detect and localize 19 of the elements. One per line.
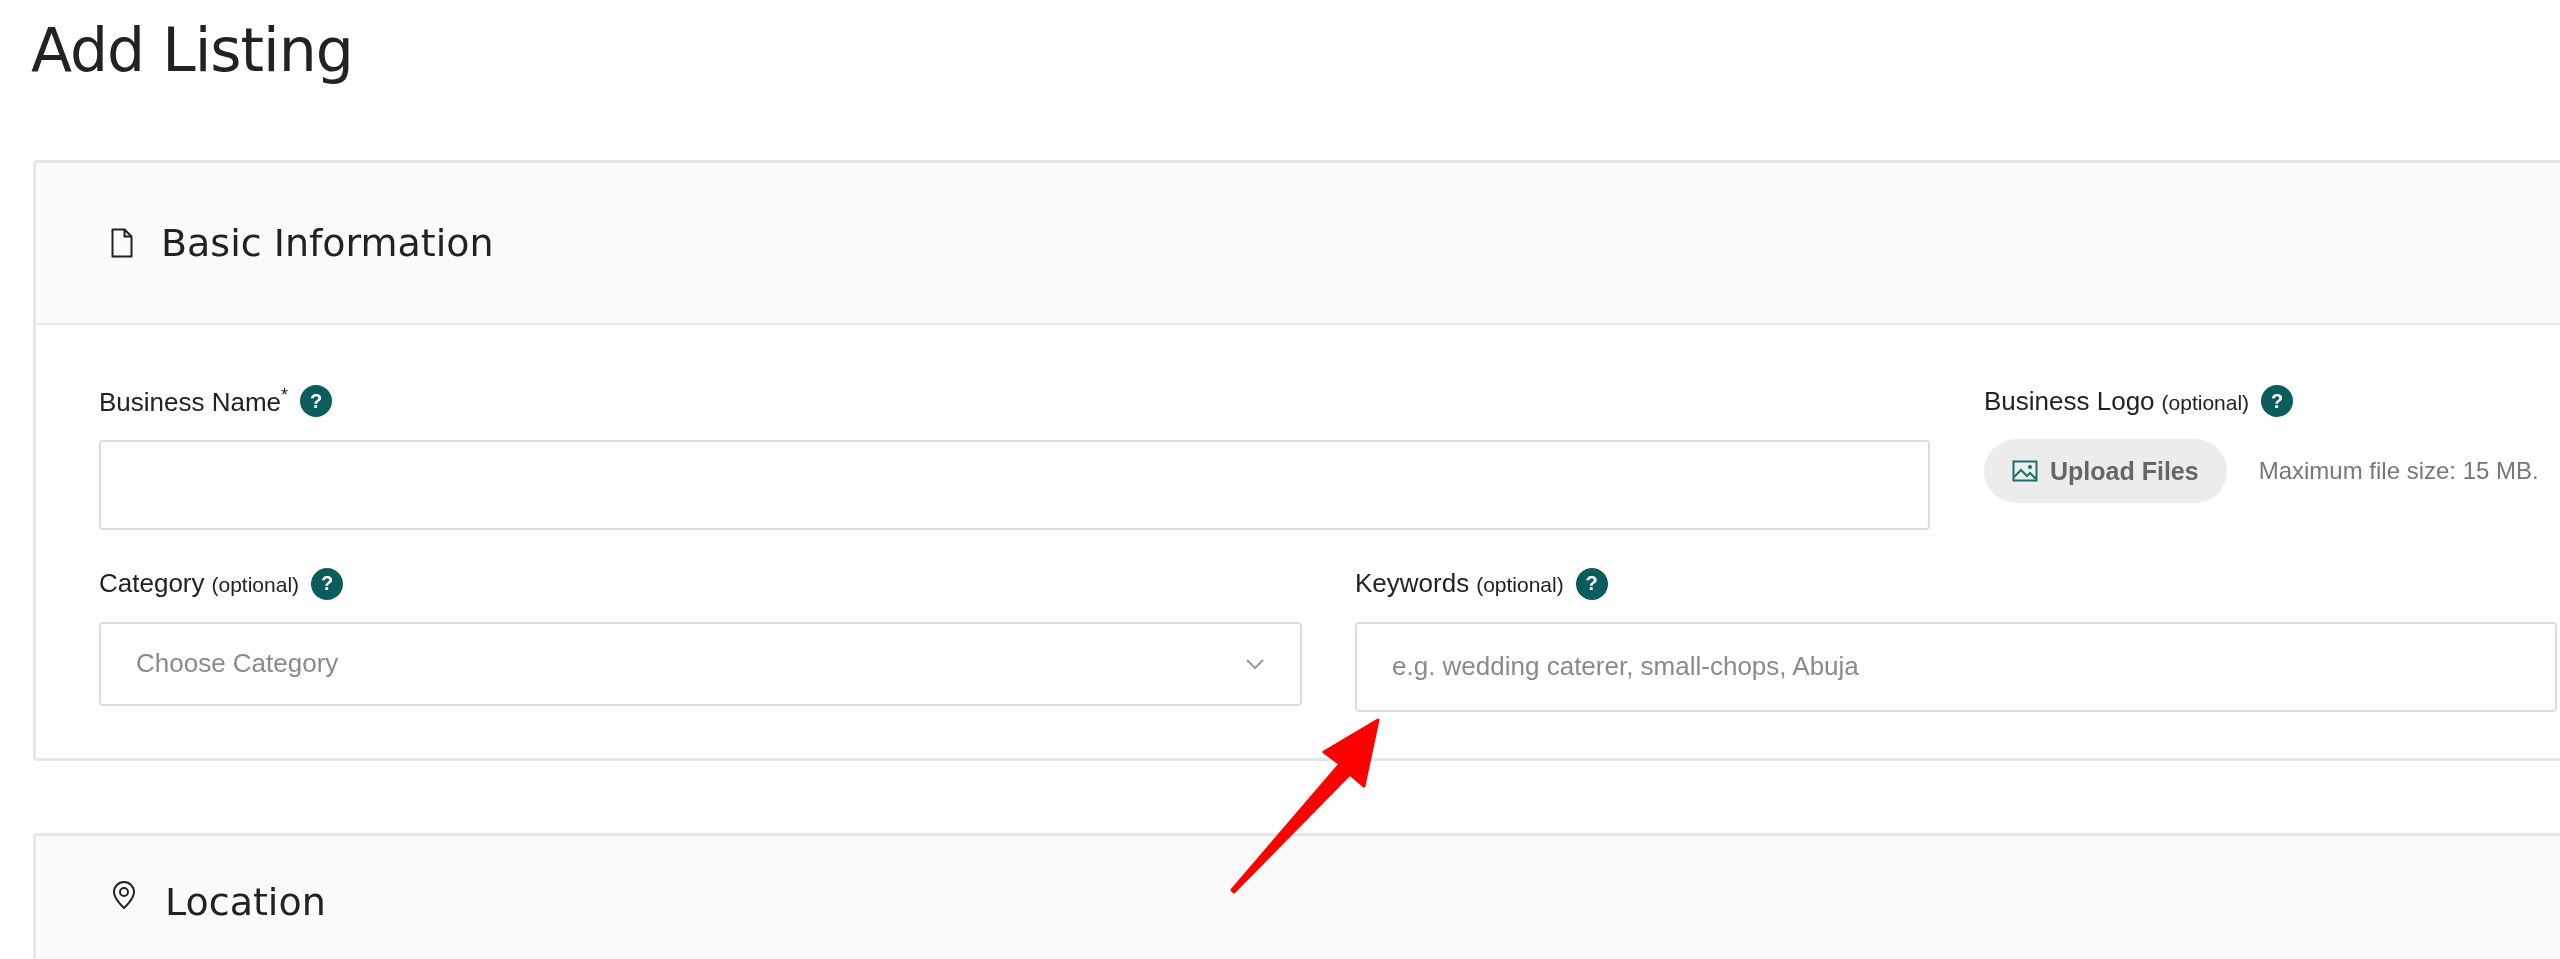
upload-button[interactable]: Upload Files: [1984, 439, 2227, 503]
help-icon[interactable]: ?: [311, 567, 344, 600]
document-icon: [111, 228, 133, 258]
chevron-down-icon: [1245, 657, 1265, 670]
section-title: Location: [165, 879, 326, 924]
field-label: Business Logo (optional): [1984, 385, 2250, 417]
file-size-hint: Maximum file size: 15 MB.: [2258, 457, 2539, 485]
section-title: Basic Information: [161, 221, 494, 265]
location-pin-icon: [111, 879, 137, 910]
help-icon[interactable]: ?: [1575, 567, 1608, 600]
field-label: Business Name$^{*}$: [99, 385, 289, 418]
help-icon[interactable]: ?: [2261, 385, 2294, 417]
field-label: Keywords (optional): [1355, 568, 1564, 600]
text-input[interactable]: [99, 439, 1930, 530]
field-label: Category (optional): [99, 568, 300, 600]
page-title: Add Listing: [30, 14, 354, 86]
help-icon[interactable]: ?: [300, 385, 333, 418]
image-icon: [2012, 460, 2038, 482]
text-input[interactable]: e.g. wedding caterer, small-chops, Abuja: [1355, 621, 2557, 712]
